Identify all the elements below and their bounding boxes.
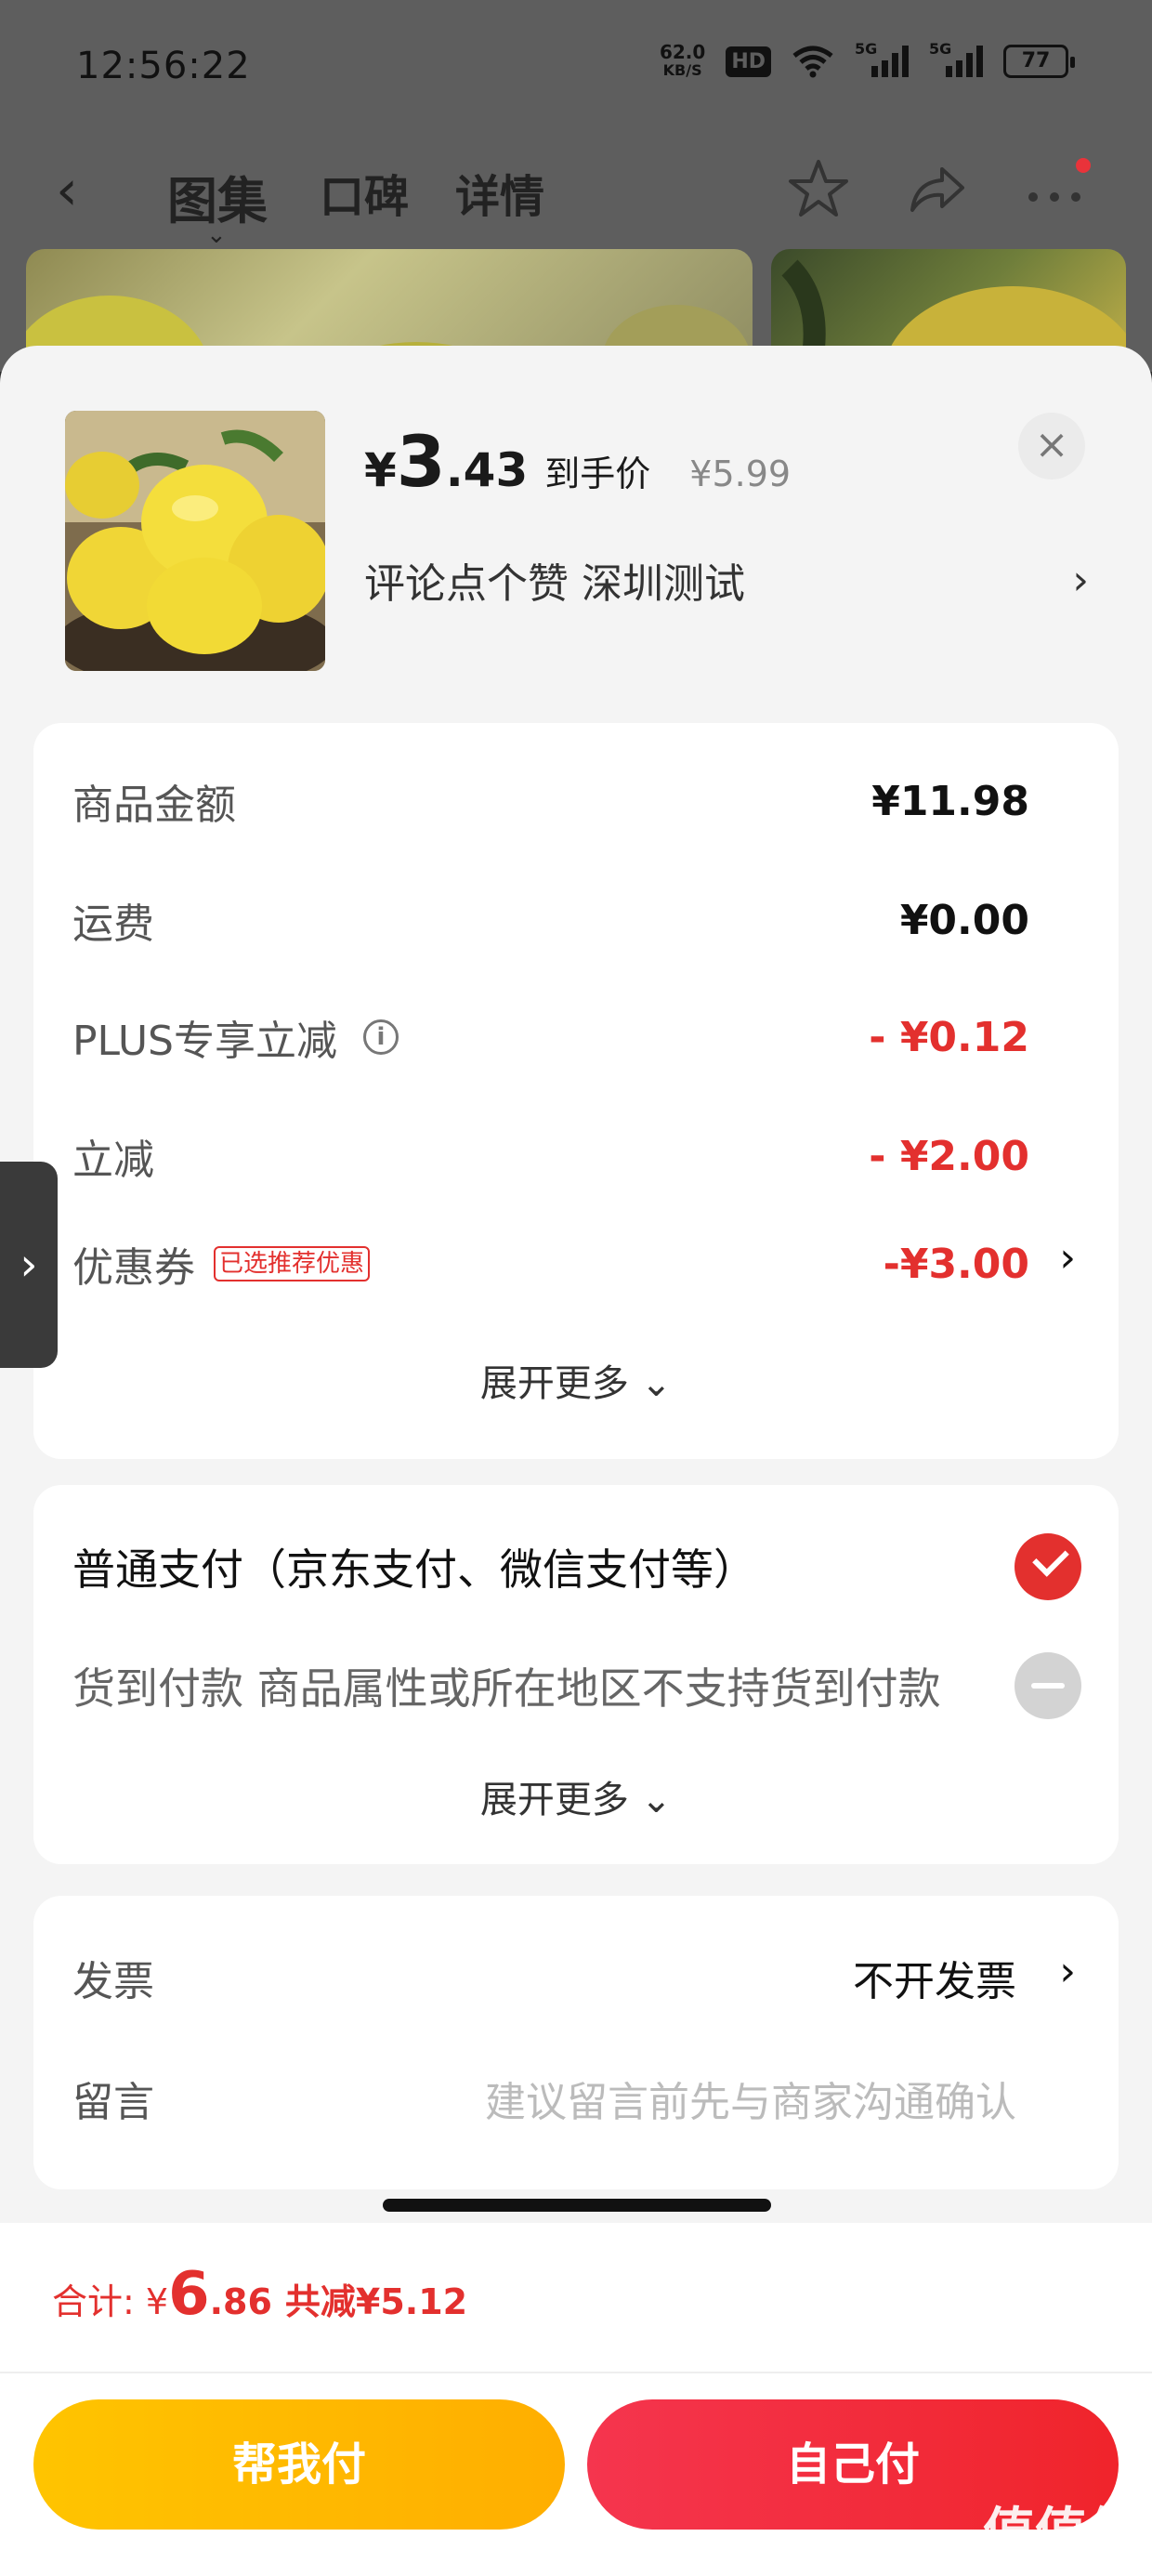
chevron-right-icon[interactable]: › bbox=[1059, 1234, 1076, 1281]
star-icon[interactable] bbox=[786, 156, 851, 221]
notification-dot bbox=[1076, 158, 1091, 173]
chevron-down-icon: ⌄ bbox=[640, 1779, 673, 1821]
cost-breakdown-card: 商品金额 ¥11.98 运费 ¥0.00 PLUS专享立减 i - ¥0.12 … bbox=[33, 723, 1119, 1459]
total-savings: 共减¥5.12 bbox=[284, 2281, 468, 2322]
product-image bbox=[65, 411, 325, 671]
message-input[interactable]: 建议留言前先与商家沟通确认 bbox=[485, 2069, 1016, 2128]
tab-reviews[interactable]: 口碑 bbox=[320, 160, 409, 225]
tab-details[interactable]: 详情 bbox=[455, 160, 544, 225]
battery-icon: 77 bbox=[1003, 45, 1075, 78]
signal-icon: 5G bbox=[929, 40, 983, 77]
info-icon[interactable]: i bbox=[363, 1019, 399, 1055]
wifi-icon bbox=[792, 46, 833, 78]
divider bbox=[0, 2372, 1152, 2373]
order-extras-card: 发票 不开发票 › 留言 建议留言前先与商家沟通确认 bbox=[33, 1896, 1119, 2189]
help-pay-button[interactable]: 帮我付 bbox=[33, 2399, 565, 2530]
expand-more-button[interactable]: 展开更多 ⌄ bbox=[33, 1353, 1119, 1407]
payment-option-cod: 货到付款 商品属性或所在地区不支持货到付款 bbox=[72, 1652, 1081, 1719]
checkmark-icon[interactable] bbox=[1015, 1533, 1081, 1600]
close-icon[interactable]: × bbox=[1018, 413, 1085, 480]
top-nav: ‹ 图集 ⌄ 口碑 详情 bbox=[0, 139, 1152, 249]
order-total: 合计: ¥ 6 .86 共减¥5.12 bbox=[52, 2260, 468, 2329]
disabled-icon bbox=[1015, 1652, 1081, 1719]
expand-more-button[interactable]: 展开更多 ⌄ bbox=[33, 1769, 1119, 1823]
active-tab-indicator: ⌄ bbox=[206, 221, 227, 249]
watermark: 值值值 zhizhizhi.com bbox=[983, 2503, 1139, 2576]
share-icon[interactable] bbox=[903, 156, 968, 221]
checkout-sheet: ¥ 3 .43 到手价 ¥5.99 × 评论点个赞 深圳测试 › 商品金额 ¥1… bbox=[0, 346, 1152, 2576]
payment-option-standard[interactable]: 普通支付（京东支付、微信支付等） bbox=[72, 1533, 1081, 1600]
cost-row-shipping: 运费 ¥0.00 bbox=[72, 896, 1029, 949]
promo-selector[interactable]: 评论点个赞 深圳测试 › bbox=[364, 550, 1089, 610]
payment-method-card: 普通支付（京东支付、微信支付等） 货到付款 商品属性或所在地区不支持货到付款 展… bbox=[33, 1485, 1119, 1864]
chevron-right-icon: › bbox=[1072, 556, 1089, 604]
original-price: ¥5.99 bbox=[689, 453, 792, 494]
status-time: 12:56:22 bbox=[76, 45, 251, 87]
cost-row-instant-discount: 立减 - ¥2.00 bbox=[72, 1132, 1029, 1185]
chevron-down-icon: ⌄ bbox=[640, 1362, 673, 1405]
cost-row-plus-discount: PLUS专享立减 i - ¥0.12 bbox=[72, 1013, 1029, 1066]
status-icons: 62.0 KB/S HD 5G 5G 77 bbox=[659, 40, 1075, 80]
net-speed: 62.0 KB/S bbox=[659, 41, 706, 79]
product-header: ¥ 3 .43 到手价 ¥5.99 × 评论点个赞 深圳测试 › bbox=[0, 346, 1152, 717]
cost-row-goods: 商品金额 ¥11.98 bbox=[72, 777, 1029, 830]
signal-icon: 5G bbox=[855, 40, 909, 77]
final-price-label: 到手价 bbox=[544, 453, 651, 494]
hd-icon: HD bbox=[726, 46, 771, 77]
chevron-right-icon[interactable]: › bbox=[1059, 1948, 1076, 1995]
cost-row-coupon[interactable]: 优惠券 已选推荐优惠 -¥3.00 bbox=[72, 1234, 1029, 1294]
invoice-value: 不开发票 bbox=[853, 1958, 1016, 2005]
invoice-row[interactable]: 发票 不开发票 bbox=[72, 1948, 1016, 2007]
home-indicator[interactable] bbox=[383, 2199, 771, 2212]
coupon-badge: 已选推荐优惠 bbox=[214, 1246, 371, 1281]
side-drawer-handle[interactable]: › bbox=[0, 1162, 58, 1368]
promo-text: 评论点个赞 深圳测试 bbox=[364, 560, 745, 608]
checkout-footer: 合计: ¥ 6 .86 共减¥5.12 帮我付 自己付 bbox=[0, 2223, 1152, 2576]
final-price: ¥ 3 .43 到手价 ¥5.99 bbox=[364, 420, 792, 503]
background-page: 12:56:22 62.0 KB/S HD 5G 5G 77 ‹ 图集 ⌄ 口碑… bbox=[0, 0, 1152, 398]
status-bar: 12:56:22 62.0 KB/S HD 5G 5G 77 bbox=[0, 0, 1152, 139]
chevron-left-icon[interactable]: ‹ bbox=[56, 158, 78, 223]
message-row: 留言 建议留言前先与商家沟通确认 bbox=[72, 2069, 1016, 2128]
